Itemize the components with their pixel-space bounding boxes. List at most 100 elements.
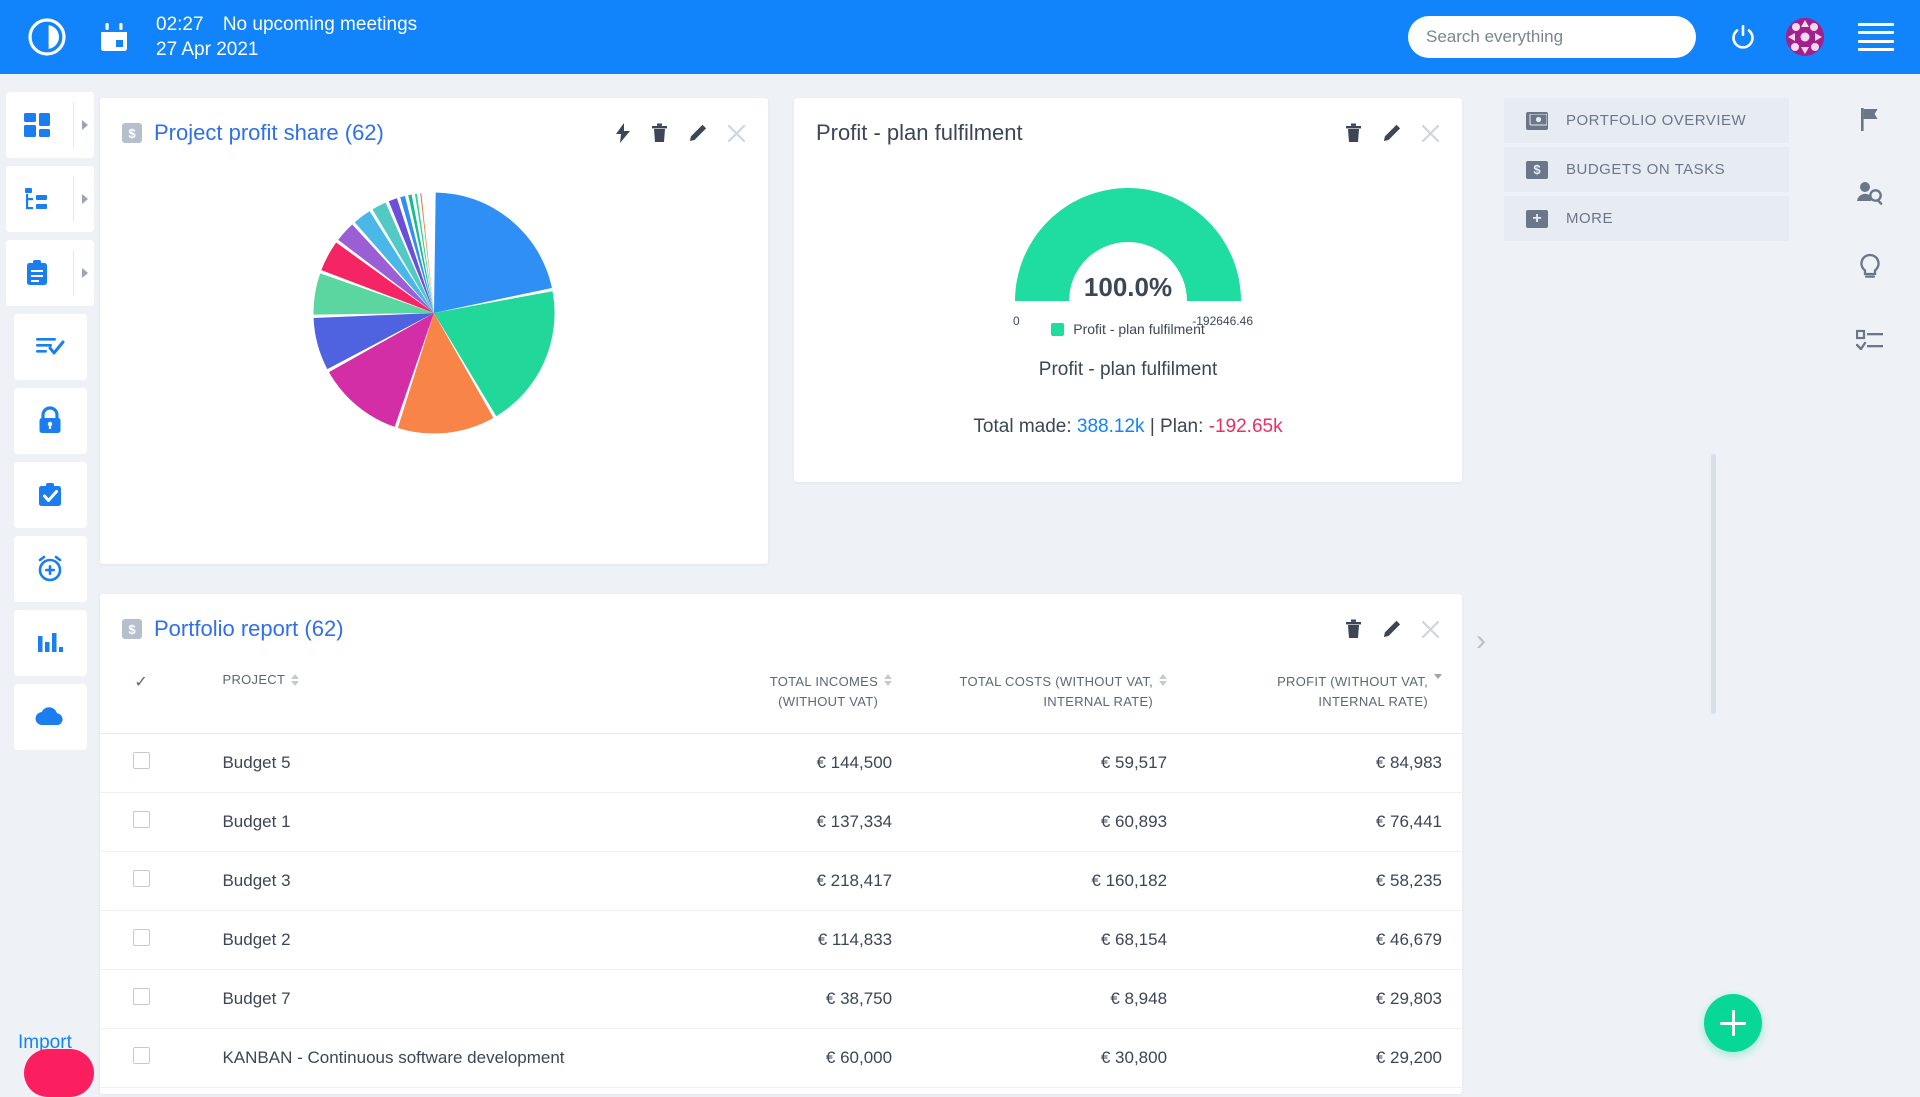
sidebar-item-dashboard[interactable] <box>6 92 94 158</box>
table-row[interactable]: Budget 7€ 38,750€ 8,948€ 29,803 <box>100 970 1462 1029</box>
avatar[interactable] <box>1786 18 1824 56</box>
row-checkbox[interactable] <box>133 811 150 828</box>
lightning-icon[interactable] <box>615 123 631 143</box>
pencil-icon[interactable] <box>1382 620 1401 639</box>
alarm-plus-icon <box>35 554 65 584</box>
rightrail-item-person-search[interactable] <box>1820 156 1920 230</box>
sidebar-item-tasks[interactable] <box>14 314 87 380</box>
row-checkbox-cell[interactable] <box>100 970 182 1029</box>
row-checkbox-cell[interactable] <box>100 911 182 970</box>
row-checkbox-cell[interactable] <box>100 734 182 793</box>
rightrail-item-checklist[interactable] <box>1820 304 1920 378</box>
close-icon[interactable] <box>1421 620 1440 639</box>
close-icon[interactable] <box>727 124 746 143</box>
cell-total-costs: € 8,948 <box>912 970 1187 1029</box>
cell-profit: € 76,441 <box>1187 793 1462 852</box>
sort-desc-icon[interactable] <box>1434 674 1442 679</box>
pie-widget: $ Project profit share (62) <box>100 98 768 564</box>
pencil-icon[interactable] <box>688 124 707 143</box>
pie-widget-header: $ Project profit share (62) <box>100 98 768 152</box>
table-row[interactable]: Budget 2€ 114,833€ 68,154€ 46,679 <box>100 911 1462 970</box>
lock-icon <box>36 406 64 436</box>
sidebar-item-reports[interactable] <box>6 240 94 306</box>
rightrail-item-flag[interactable] <box>1820 82 1920 156</box>
dollar-icon: $ <box>1526 161 1548 179</box>
row-checkbox[interactable] <box>133 929 150 946</box>
column-header-project[interactable]: PROJECT <box>182 662 637 734</box>
sidebar-item-approvals[interactable] <box>14 462 87 528</box>
row-checkbox-cell[interactable] <box>100 1029 182 1088</box>
cell-total-costs: € 68,154 <box>912 911 1187 970</box>
expand-arrow-icon[interactable] <box>82 194 88 204</box>
gauge-widget-actions <box>1345 123 1440 143</box>
expand-arrow-icon[interactable] <box>82 120 88 130</box>
dock-item-portfolio-overview[interactable]: PORTFOLIO OVERVIEW <box>1504 98 1789 143</box>
sidebar-item-analytics[interactable] <box>14 610 87 676</box>
row-checkbox-cell[interactable] <box>100 793 182 852</box>
gauge-chart: 100.0% 0 -192646.46 Profit - plan fulfil… <box>794 176 1462 438</box>
gauge-min-label: 0 <box>1013 314 1020 328</box>
row-checkbox[interactable] <box>133 988 150 1005</box>
trash-icon[interactable] <box>1345 619 1362 639</box>
gauge-max-label: -192646.46 <box>1192 314 1253 328</box>
table-row[interactable]: KANBAN - Continuous software development… <box>100 1029 1462 1088</box>
dock-collapse-chevron[interactable]: › <box>1476 624 1486 658</box>
portfolio-report-actions <box>1345 619 1440 639</box>
rightrail-item-ideas[interactable] <box>1820 230 1920 304</box>
calendar-icon[interactable] <box>98 20 130 54</box>
cell-total-incomes: € 114,833 <box>637 911 912 970</box>
cell-profit: € 29,803 <box>1187 970 1462 1029</box>
column-label: TOTAL COSTS (WITHOUT VAT, <box>959 674 1153 689</box>
total-made-value: 388.12k <box>1077 416 1145 437</box>
sort-toggle-icon[interactable] <box>1159 674 1167 686</box>
sidebar-item-timer[interactable] <box>14 536 87 602</box>
close-icon[interactable] <box>1421 124 1440 143</box>
gauge-legend-label: Profit - plan fulfilment <box>1073 321 1205 337</box>
gauge-widget-header: Profit - plan fulfilment <box>794 98 1462 152</box>
import-button[interactable] <box>24 1049 94 1097</box>
row-checkbox[interactable] <box>133 1047 150 1064</box>
column-header-profit[interactable]: PROFIT (WITHOUT VAT, INTERNAL RATE) <box>1187 662 1462 734</box>
left-sidebar: › Import <box>0 74 100 1080</box>
sidebar-item-cloud[interactable] <box>14 684 87 750</box>
cell-total-costs: € 60,893 <box>912 793 1187 852</box>
select-all-icon[interactable]: ✓ <box>134 674 148 691</box>
search-input[interactable] <box>1426 27 1678 47</box>
column-header-total-incomes[interactable]: TOTAL INCOMES (WITHOUT VAT) <box>637 662 912 734</box>
column-header-total-costs[interactable]: TOTAL COSTS (WITHOUT VAT, INTERNAL RATE) <box>912 662 1187 734</box>
row-checkbox[interactable] <box>133 870 150 887</box>
bar-chart-icon <box>35 630 65 656</box>
row-checkbox[interactable] <box>133 752 150 769</box>
table-body: Budget 5€ 144,500€ 59,517€ 84,983Budget … <box>100 734 1462 1088</box>
pie-widget-title[interactable]: Project profit share (62) <box>154 120 384 146</box>
add-button[interactable] <box>1704 994 1762 1052</box>
portfolio-report-widget: $ Portfolio report (62) <box>100 594 1462 1094</box>
sort-toggle-icon[interactable] <box>884 674 892 686</box>
expand-arrow-icon[interactable] <box>82 268 88 278</box>
trash-icon[interactable] <box>651 123 668 143</box>
cell-total-costs: € 160,182 <box>912 852 1187 911</box>
column-label: PROJECT <box>222 672 285 687</box>
row-checkbox-cell[interactable] <box>100 852 182 911</box>
pie-chart <box>100 178 768 448</box>
select-all-header[interactable]: ✓ <box>100 662 182 734</box>
gauge-percent: 100.0% <box>1005 272 1251 303</box>
table-row[interactable]: Budget 3€ 218,417€ 160,182€ 58,235 <box>100 852 1462 911</box>
portfolio-report-title[interactable]: Portfolio report (62) <box>154 616 344 642</box>
task-check-icon <box>35 480 65 510</box>
hierarchy-tree-icon <box>22 184 52 214</box>
sidebar-item-projects[interactable] <box>6 166 94 232</box>
sort-toggle-icon[interactable] <box>291 674 299 686</box>
search-box[interactable] <box>1408 16 1696 58</box>
power-icon[interactable] <box>1726 20 1760 54</box>
hamburger-menu-icon[interactable] <box>1858 23 1894 51</box>
content-scrollbar[interactable] <box>1711 454 1716 714</box>
sidebar-item-security[interactable] <box>14 388 87 454</box>
pencil-icon[interactable] <box>1382 124 1401 143</box>
dock-item-budgets-on-tasks[interactable]: $ BUDGETS ON TASKS <box>1504 147 1789 192</box>
power-circle-logo[interactable] <box>24 14 70 60</box>
trash-icon[interactable] <box>1345 123 1362 143</box>
table-row[interactable]: Budget 5€ 144,500€ 59,517€ 84,983 <box>100 734 1462 793</box>
table-row[interactable]: Budget 1€ 137,334€ 60,893€ 76,441 <box>100 793 1462 852</box>
dock-item-more[interactable]: + MORE <box>1504 196 1789 241</box>
